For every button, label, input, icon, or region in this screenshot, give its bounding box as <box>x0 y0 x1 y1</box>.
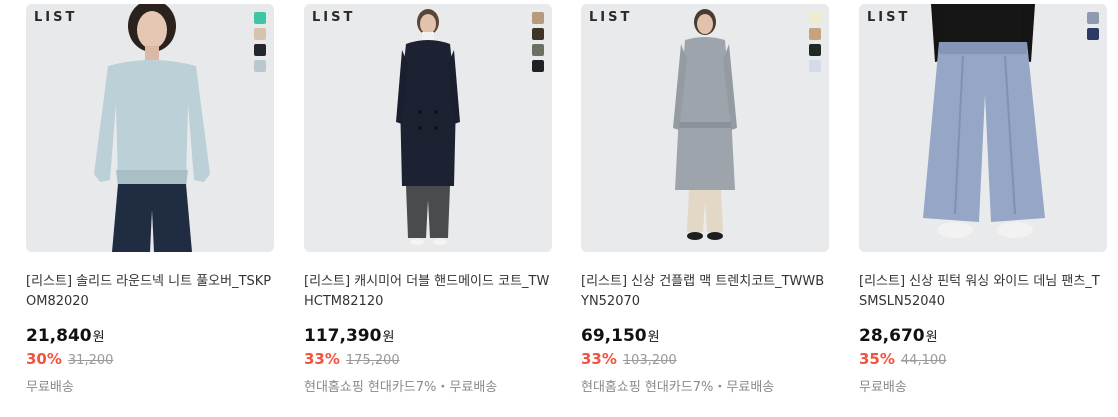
product-title[interactable]: [리스트] 솔리드 라운드넥 니트 풀오버_TSKPOM82020 <box>26 272 274 312</box>
discount-rate: 35% <box>859 350 895 368</box>
sale-price: 69,150 <box>581 326 647 346</box>
color-swatch[interactable] <box>532 12 544 24</box>
shipping-info: 무료배송 <box>26 380 74 395</box>
color-swatch[interactable] <box>532 60 544 72</box>
discount-row: 30% 31,200 <box>26 350 274 368</box>
discount-row: 35% 44,100 <box>859 350 1107 368</box>
shipping-info: 현대홈쇼핑 현대카드7%・무료배송 <box>581 380 775 395</box>
color-swatch[interactable] <box>254 28 266 40</box>
product-photo <box>304 4 552 252</box>
product-title[interactable]: [리스트] 캐시미어 더블 핸드메이드 코트_TWHCTM82120 <box>304 272 552 312</box>
product-photo <box>26 4 274 252</box>
color-swatch[interactable] <box>809 44 821 56</box>
brand-logo: LIST <box>312 10 356 25</box>
color-swatch[interactable] <box>809 28 821 40</box>
currency-unit: 원 <box>382 330 395 345</box>
shipping-info: 무료배송 <box>859 380 907 395</box>
sale-price: 117,390 <box>304 326 382 346</box>
product-title[interactable]: [리스트] 신상 건플랩 맥 트렌치코트_TWWBYN52070 <box>581 272 829 312</box>
shipping-info: 현대홈쇼핑 현대카드7%・무료배송 <box>304 380 498 395</box>
sale-price: 28,670 <box>859 326 925 346</box>
color-swatches <box>254 12 266 72</box>
original-price: 103,200 <box>622 353 677 368</box>
brand-logo: LIST <box>589 10 633 25</box>
discount-rate: 33% <box>304 350 340 368</box>
product-card[interactable]: LIST [리스트] 솔리드 라운드넥 니트 풀오버_TSKPOM82020 2… <box>26 4 274 395</box>
color-swatches <box>532 12 544 72</box>
product-card[interactable]: LIST [리스트] 캐시미어 더블 핸드메이드 코트_TWHCTM82120 … <box>304 4 552 395</box>
brand-logo: LIST <box>867 10 911 25</box>
product-grid: LIST [리스트] 솔리드 라운드넥 니트 풀오버_TSKPOM82020 2… <box>0 0 1118 417</box>
color-swatch[interactable] <box>532 28 544 40</box>
product-card[interactable]: LIST [리스트] 신상 건플랩 맥 트렌치코트_TWWBYN52070 69… <box>581 4 829 395</box>
price-row: 21,840 원 <box>26 326 274 346</box>
price-row: 69,150 원 <box>581 326 829 346</box>
discount-row: 33% 175,200 <box>304 350 552 368</box>
color-swatches <box>1087 12 1099 40</box>
product-photo <box>859 4 1107 252</box>
discount-row: 33% 103,200 <box>581 350 829 368</box>
color-swatches <box>809 12 821 72</box>
price-row: 28,670 원 <box>859 326 1107 346</box>
color-swatch[interactable] <box>1087 28 1099 40</box>
original-price: 31,200 <box>67 353 114 368</box>
color-swatch[interactable] <box>254 12 266 24</box>
product-card[interactable]: LIST [리스트] 신상 핀턱 워싱 와이드 데님 팬츠_TSMSLN5204… <box>859 4 1107 395</box>
color-swatch[interactable] <box>254 60 266 72</box>
color-swatch[interactable] <box>809 12 821 24</box>
discount-rate: 30% <box>26 350 62 368</box>
original-price: 175,200 <box>345 353 400 368</box>
currency-unit: 원 <box>647 330 660 345</box>
currency-unit: 원 <box>925 330 938 345</box>
color-swatch[interactable] <box>532 44 544 56</box>
price-row: 117,390 원 <box>304 326 552 346</box>
original-price: 44,100 <box>900 353 947 368</box>
product-title[interactable]: [리스트] 신상 핀턱 워싱 와이드 데님 팬츠_TSMSLN52040 <box>859 272 1107 312</box>
color-swatch[interactable] <box>254 44 266 56</box>
product-image[interactable]: LIST <box>581 4 829 252</box>
product-image[interactable]: LIST <box>859 4 1107 252</box>
color-swatch[interactable] <box>809 60 821 72</box>
product-image[interactable]: LIST <box>304 4 552 252</box>
currency-unit: 원 <box>92 330 105 345</box>
sale-price: 21,840 <box>26 326 92 346</box>
brand-logo: LIST <box>34 10 78 25</box>
discount-rate: 33% <box>581 350 617 368</box>
color-swatch[interactable] <box>1087 12 1099 24</box>
product-photo <box>581 4 829 252</box>
product-image[interactable]: LIST <box>26 4 274 252</box>
